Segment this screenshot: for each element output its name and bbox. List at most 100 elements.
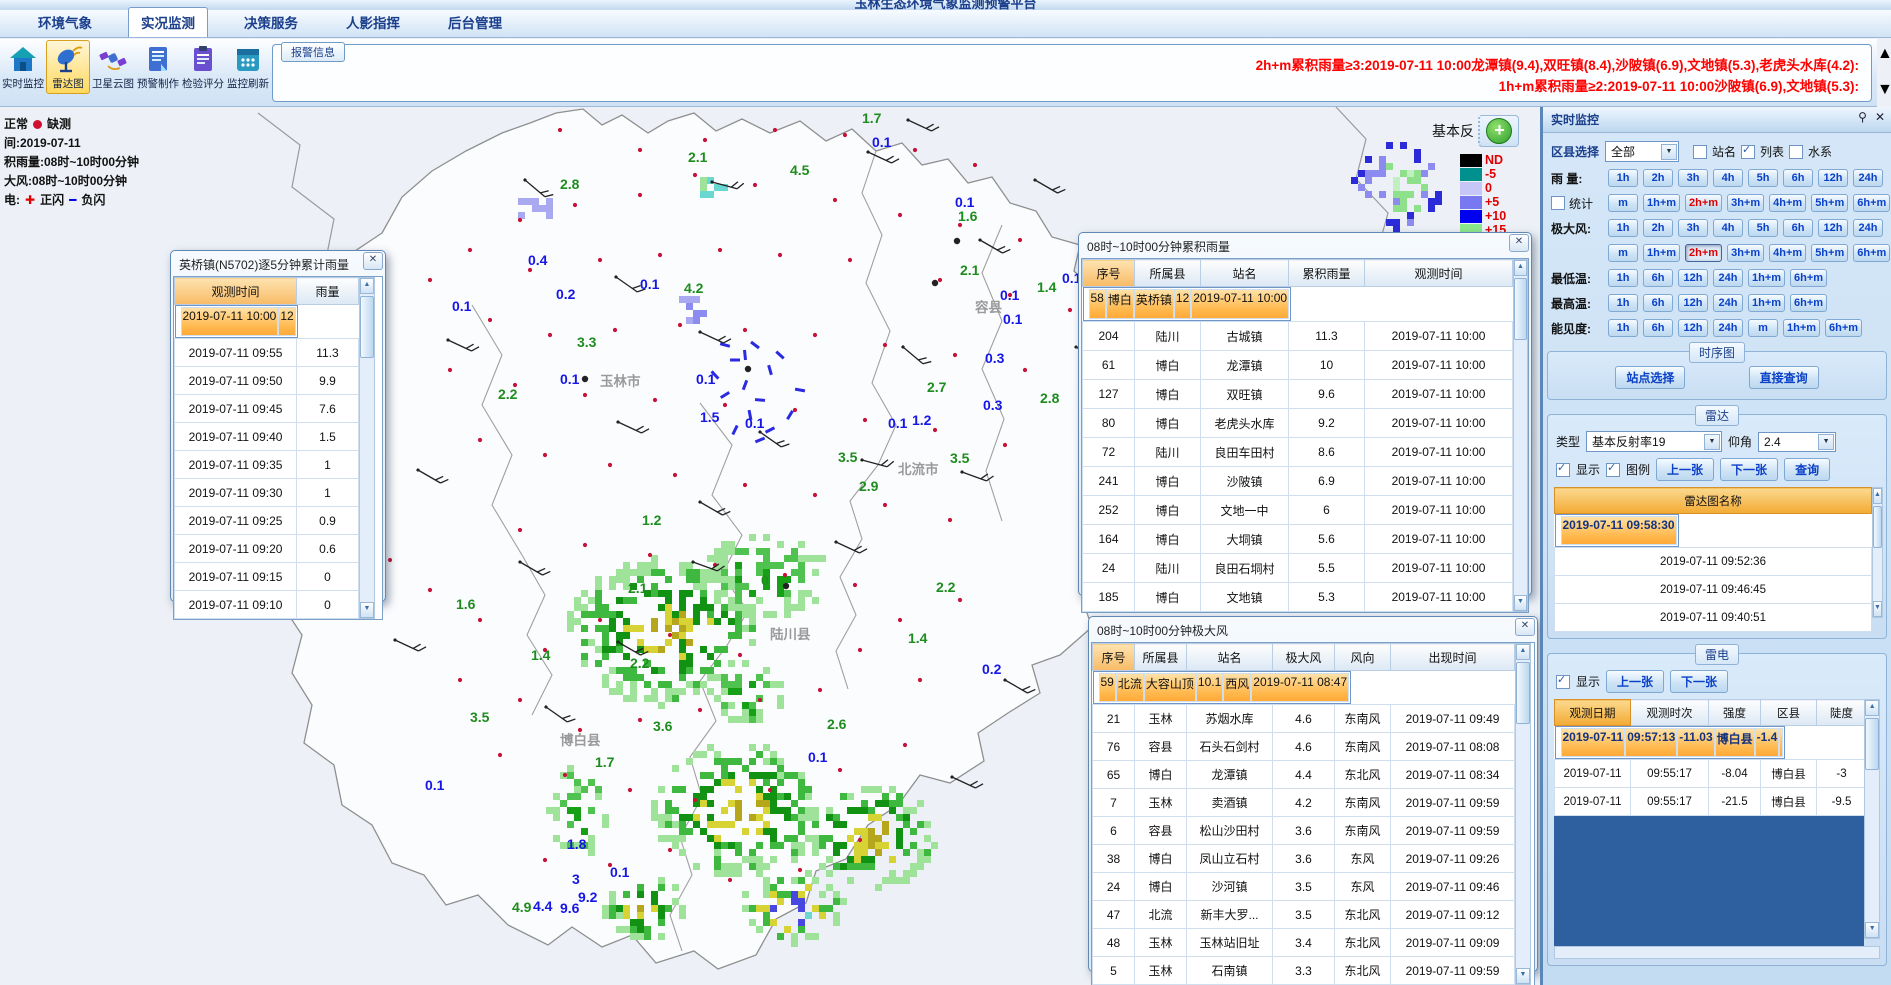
table-row[interactable]: 7玉林卖酒镇4.2东南风2019-07-11 09:59 [1093,789,1515,817]
period-button-m[interactable]: m [1608,244,1638,262]
radar-list-item[interactable]: 2019-07-11 09:58:30 [1555,514,1679,547]
period-button-24h[interactable]: 24h [1853,219,1883,237]
scroll-up-icon[interactable]: ▲ [1877,45,1890,63]
period-button-12h[interactable]: 12h [1678,319,1708,337]
table-row[interactable]: 76容县石头石剑村4.6东南风2019-07-11 08:08 [1093,733,1515,761]
table-row[interactable]: 241博白沙陂镇6.92019-07-11 10:00 [1083,467,1513,496]
radar-type-select[interactable]: 基本反射率19 ▼ [1586,431,1722,452]
table-row[interactable]: 48玉林玉林站旧址3.4东北风2019-07-11 09:09 [1093,929,1515,957]
menu-tab-3[interactable]: 决策服务 [232,8,310,37]
menu-tab-4[interactable]: 人影指挥 [334,8,412,37]
table-row[interactable]: 24陆川良田石垌村5.52019-07-11 10:00 [1083,554,1513,583]
period-button-24h[interactable]: 24h [1853,169,1883,187]
period-button-4h[interactable]: 4h [1713,219,1743,237]
period-button-5h[interactable]: 5h [1748,219,1778,237]
period-button-3h+m[interactable]: 3h+m [1727,244,1764,262]
add-button[interactable]: + [1486,118,1512,144]
table-row[interactable]: 59北流大容山顶10.1西风2019-07-11 08:47 [1093,671,1352,704]
period-button-5h[interactable]: 5h [1748,169,1778,187]
table-row[interactable]: 61博白龙潭镇102019-07-11 10:00 [1083,351,1513,380]
table-row[interactable]: 2019-07-11 09:250.9 [175,507,359,535]
lightning-show-checkbox[interactable] [1556,675,1570,689]
table-row[interactable]: 2019-07-11 09:509.9 [175,367,359,395]
period-button-m[interactable]: m [1608,194,1638,212]
period-button-12h[interactable]: 12h [1678,294,1708,312]
radar-list-item[interactable]: 2019-07-11 09:52:36 [1555,548,1872,576]
period-button-6h[interactable]: 6h [1643,319,1673,337]
period-button-2h[interactable]: 2h [1643,219,1673,237]
scroll-down-icon[interactable]: ▼ [1514,595,1527,611]
period-button-6h[interactable]: 6h [1783,219,1813,237]
scroll-up-icon[interactable]: ▲ [1516,644,1530,660]
period-button-1h+m[interactable]: 1h+m [1748,294,1785,312]
scroll-down-icon[interactable]: ▼ [1873,601,1882,617]
radar-elev-select[interactable]: 2.4 ▼ [1758,432,1836,452]
period-button-12h[interactable]: 12h [1818,219,1848,237]
scroll-down-icon[interactable]: ▼ [1516,968,1530,984]
radar-list-item[interactable]: 2019-07-11 09:46:45 [1555,576,1872,604]
popup-station-rain5min[interactable]: 英桥镇(N5702)逐5分钟累计雨量 ✕ 观测时间雨量2019-07-11 10… [170,250,386,602]
lightning-row[interactable]: 2019-07-1109:57:13-11.03博白县-1.4 [1555,726,1786,759]
toolbar-button-3[interactable]: 卫星云图 [91,40,135,94]
period-button-6h[interactable]: 6h [1783,169,1813,187]
scroll-track[interactable] [360,294,374,602]
table-row[interactable]: 127博白双旺镇9.62019-07-11 10:00 [1083,380,1513,409]
period-button-1h[interactable]: 1h [1608,294,1638,312]
menu-tab-1[interactable]: 环境气象 [26,8,104,37]
table-row[interactable]: 47北流新丰大罗...3.5东北风2019-07-11 09:12 [1093,901,1515,929]
scroll-thumb[interactable] [1877,63,1890,81]
period-button-12h[interactable]: 12h [1818,169,1848,187]
radar-query-button[interactable]: 查询 [1784,458,1830,481]
table-row[interactable]: 24博白沙河镇3.5东风2019-07-11 09:46 [1093,873,1515,901]
period-button-4h+m[interactable]: 4h+m [1769,194,1806,212]
table-row[interactable]: 185博白文地镇5.32019-07-11 10:00 [1083,583,1513,612]
timeseries-button-2[interactable]: 直接查询 [1749,366,1819,389]
period-button-6h[interactable]: 6h [1643,294,1673,312]
scroll-track[interactable] [1873,504,1882,601]
table-row[interactable]: 80博白老虎头水库9.22019-07-11 10:00 [1083,409,1513,438]
menu-tab-2[interactable]: 实况监测 [128,7,208,37]
table-row[interactable]: 2019-07-11 10:0012 [175,305,298,338]
period-button-1h[interactable]: 1h [1608,169,1638,187]
scroll-down-icon[interactable]: ▼ [1865,922,1879,938]
toolbar-button-4[interactable]: 预警制作 [136,40,180,94]
popup-accumulated-rain[interactable]: 08时~10时00分钟累积雨量 ✕ 序号所属县站名累积雨量观测时间58博白英桥镇… [1078,232,1532,596]
table-row[interactable]: 2019-07-11 09:100 [175,591,359,619]
pin-icon[interactable]: ⚲ [1858,110,1867,124]
scroll-track[interactable] [1877,63,1890,81]
district-select[interactable]: 全部 ▼ [1605,141,1679,162]
toolbar-button-5[interactable]: 检验评分 [181,40,225,94]
scroll-down-icon[interactable]: ▼ [1877,81,1890,99]
table-row[interactable]: 65博白龙潭镇4.4东北风2019-07-11 08:34 [1093,761,1515,789]
radar-list-item[interactable]: 2019-07-11 09:40:51 [1555,604,1872,632]
popup-extreme-wind[interactable]: 08时~10时00分钟极大风 ✕ 序号所属县站名极大风风向出现时间59北流大容山… [1088,616,1538,972]
period-button-3h[interactable]: 3h [1678,169,1708,187]
period-button-1h[interactable]: 1h [1608,319,1638,337]
period-button-3h+m[interactable]: 3h+m [1727,194,1764,212]
stats-checkbox[interactable] [1551,196,1565,210]
scroll-up-icon[interactable]: ▲ [1865,700,1879,716]
table-row[interactable]: 252博白文地一中62019-07-11 10:00 [1083,496,1513,525]
period-button-5h+m[interactable]: 5h+m [1811,194,1848,212]
radar-list-scrollbar[interactable]: ▲▼ [1872,487,1883,618]
period-button-6h+m[interactable]: 6h+m [1790,269,1827,287]
table-row[interactable]: 6容县松山沙田村3.6东南风2019-07-11 09:59 [1093,817,1515,845]
close-icon[interactable]: ✕ [363,252,383,270]
lightning-next-button[interactable]: 下一张 [1670,670,1728,693]
period-button-6h[interactable]: 6h [1643,269,1673,287]
period-button-12h[interactable]: 12h [1678,269,1708,287]
period-button-1h+m[interactable]: 1h+m [1643,194,1680,212]
lightning-prev-button[interactable]: 上一张 [1606,670,1664,693]
table-row[interactable]: 2019-07-11 09:401.5 [175,423,359,451]
radar-show-checkbox[interactable] [1556,463,1570,477]
table-row[interactable]: 2019-07-11 09:200.6 [175,535,359,563]
alarm-scrollbar[interactable]: ▲▼ [1877,45,1890,106]
period-button-6h+m[interactable]: 6h+m [1790,294,1827,312]
table-row[interactable]: 5玉林石南镇3.3东北风2019-07-11 09:59 [1093,957,1515,985]
scroll-thumb[interactable] [360,296,374,358]
period-button-1h+m[interactable]: 1h+m [1783,319,1820,337]
timeseries-button-1[interactable]: 站点选择 [1615,366,1685,389]
table-row[interactable]: 72陆川良田车田村8.62019-07-11 10:00 [1083,438,1513,467]
lightning-row[interactable]: 2019-07-1109:55:17-8.04博白县-3 [1555,760,1865,788]
toolbar-button-2[interactable]: 雷达图 [46,40,90,94]
